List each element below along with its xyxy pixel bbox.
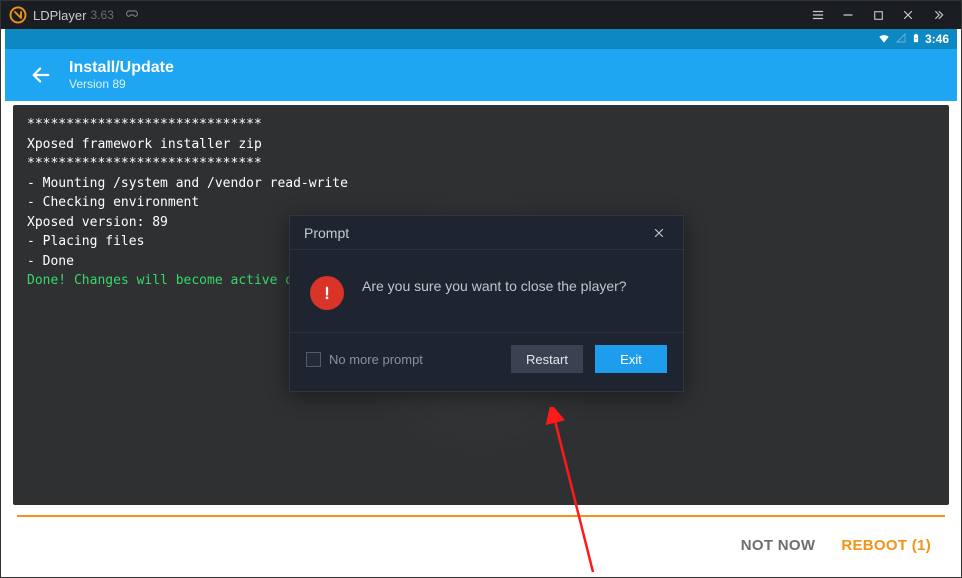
app-name: LDPlayer bbox=[33, 8, 86, 23]
prompt-dialog: Prompt Are you sure you want to close th… bbox=[289, 215, 684, 392]
status-time: 3:46 bbox=[925, 32, 949, 46]
page-title: Install/Update bbox=[69, 59, 174, 77]
minimize-icon[interactable] bbox=[833, 1, 863, 29]
reboot-button[interactable]: REBOOT (1) bbox=[841, 537, 931, 554]
terminal-line: - Checking environment bbox=[27, 193, 935, 213]
dialog-header: Prompt bbox=[290, 216, 683, 250]
close-icon[interactable] bbox=[893, 1, 923, 29]
dialog-message: Are you sure you want to close the playe… bbox=[362, 276, 627, 310]
dialog-title: Prompt bbox=[304, 225, 649, 241]
battery-icon bbox=[911, 31, 921, 48]
terminal-line: - Mounting /system and /vendor read-writ… bbox=[27, 174, 935, 194]
page-header: Install/Update Version 89 bbox=[5, 49, 957, 101]
dialog-body: Are you sure you want to close the playe… bbox=[290, 250, 683, 332]
terminal-line: ****************************** bbox=[27, 115, 935, 135]
content: 3:46 Install/Update Version 89 *********… bbox=[5, 29, 957, 573]
back-arrow-icon[interactable] bbox=[23, 57, 59, 93]
maximize-icon[interactable] bbox=[863, 1, 893, 29]
titlebar: LDPlayer 3.63 bbox=[1, 1, 961, 29]
app-logo-icon bbox=[9, 6, 27, 24]
dialog-footer: No more prompt Restart Exit bbox=[290, 332, 683, 391]
no-more-prompt-checkbox[interactable]: No more prompt bbox=[306, 352, 499, 367]
terminal-line: Xposed framework installer zip bbox=[27, 135, 935, 155]
signal-icon bbox=[895, 32, 907, 47]
android-status-bar: 3:46 bbox=[5, 29, 957, 49]
checkbox-icon[interactable] bbox=[306, 352, 321, 367]
app-version: 3.63 bbox=[90, 8, 113, 22]
menu-icon[interactable] bbox=[803, 1, 833, 29]
gamepad-icon[interactable] bbox=[124, 5, 140, 26]
alert-icon bbox=[310, 276, 344, 310]
expand-icon[interactable] bbox=[923, 1, 953, 29]
wifi-icon bbox=[877, 31, 891, 48]
terminal-line: ****************************** bbox=[27, 154, 935, 174]
page-subtitle: Version 89 bbox=[69, 77, 174, 91]
not-now-button[interactable]: NOT NOW bbox=[741, 537, 816, 554]
no-more-prompt-label: No more prompt bbox=[329, 352, 423, 367]
exit-button[interactable]: Exit bbox=[595, 345, 667, 373]
bottom-bar: NOT NOW REBOOT (1) bbox=[5, 517, 957, 573]
dialog-close-icon[interactable] bbox=[649, 223, 669, 243]
restart-button[interactable]: Restart bbox=[511, 345, 583, 373]
